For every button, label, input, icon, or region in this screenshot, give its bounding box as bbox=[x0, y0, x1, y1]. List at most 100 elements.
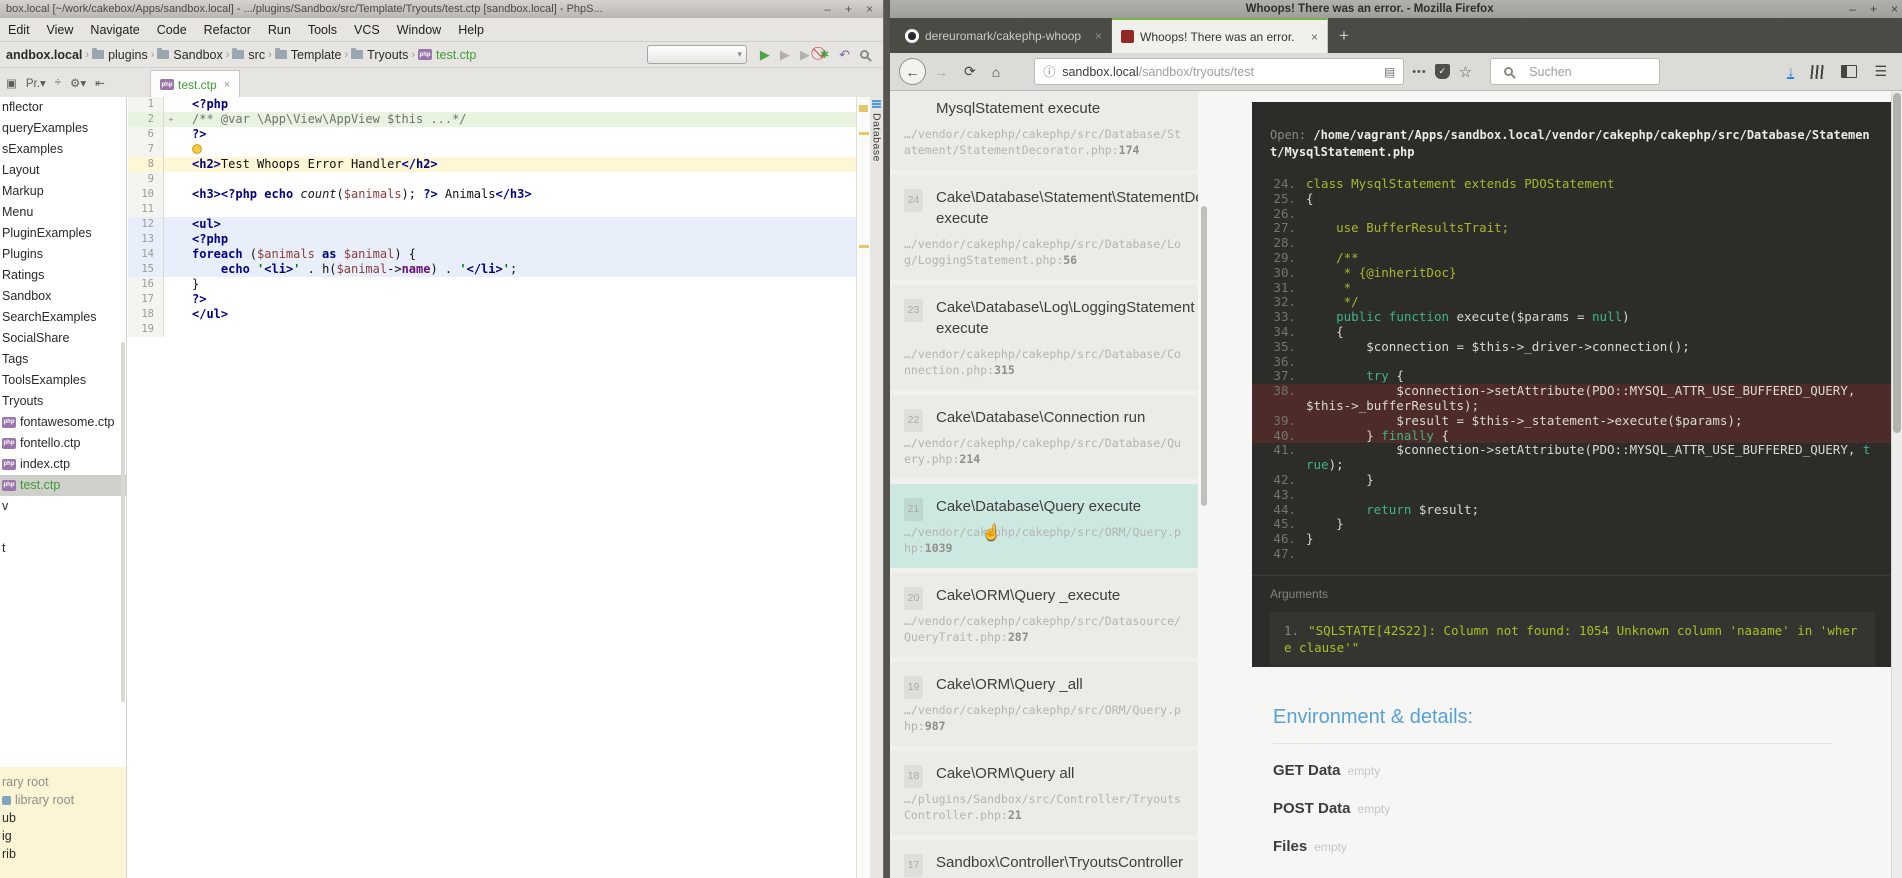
settings-gear-icon[interactable]: ⚙▾ bbox=[70, 76, 86, 90]
database-toolwindow-button[interactable]: Database bbox=[870, 100, 883, 162]
ide-minimize-button[interactable]: – bbox=[824, 2, 831, 16]
ide-close-button[interactable]: × bbox=[866, 2, 873, 16]
intention-bulb-icon[interactable] bbox=[192, 144, 202, 154]
page-actions-icon[interactable]: ••• bbox=[1412, 66, 1427, 78]
tree-item-rib[interactable]: rib bbox=[0, 845, 126, 863]
stack-frame-23[interactable]: 23Cake\Database\Log\LoggingStatement exe… bbox=[890, 285, 1198, 390]
stack-frame-19[interactable]: 19Cake\ORM\Query _all…/vendor/cakephp/ca… bbox=[890, 662, 1198, 746]
profile-button[interactable]: ▶ bbox=[800, 47, 810, 63]
new-tab-button[interactable]: + bbox=[1328, 18, 1360, 53]
url-bar[interactable]: ⓘ sandbox.local /sandbox/tryouts/test ▤ bbox=[1034, 58, 1404, 85]
menu-item-vcs[interactable]: VCS bbox=[354, 23, 380, 37]
menu-item-help[interactable]: Help bbox=[458, 23, 484, 37]
editor-line-13[interactable]: 13<?php bbox=[128, 232, 856, 247]
forward-button[interactable]: → bbox=[934, 64, 948, 80]
tree-item-t[interactable]: t bbox=[0, 538, 126, 559]
open-file-link[interactable]: Open: /home/vagrant/Apps/sandbox.local/v… bbox=[1252, 127, 1893, 161]
editor-line-14[interactable]: 14foreach ($animals as $animal) { bbox=[128, 247, 856, 262]
browser-minimize-button[interactable]: – bbox=[1849, 2, 1856, 16]
tree-item-Menu[interactable]: Menu bbox=[0, 202, 126, 223]
tree-item-queryExamples[interactable]: queryExamples bbox=[0, 118, 126, 139]
tree-item-fontello.ctp[interactable]: phpfontello.ctp bbox=[0, 433, 126, 454]
split-view-icon[interactable]: ÷ bbox=[55, 77, 61, 89]
coverage-button[interactable]: ✱ bbox=[820, 48, 829, 61]
undo-icon[interactable]: ↶ bbox=[839, 47, 850, 63]
search-icon[interactable] bbox=[860, 50, 869, 59]
stack-frame-18[interactable]: 18Cake\ORM\Query all…/plugins/Sandbox/sr… bbox=[890, 751, 1198, 835]
breadcrumb-item-plugins[interactable]: plugins bbox=[92, 48, 148, 62]
tree-item-Layout[interactable]: Layout bbox=[0, 160, 126, 181]
menu-icon[interactable]: ☰ bbox=[1874, 63, 1887, 80]
tree-scrollbar[interactable] bbox=[121, 342, 125, 702]
tree-item-blank[interactable] bbox=[0, 517, 126, 538]
tree-item-Ratings[interactable]: Ratings bbox=[0, 265, 126, 286]
tab-close-icon[interactable]: × bbox=[1311, 30, 1318, 44]
editor-line-18[interactable]: 18</ul> bbox=[128, 307, 856, 322]
browser-title-bar[interactable]: Whoops! There was an error. - Mozilla Fi… bbox=[890, 0, 1902, 18]
breadcrumb-item-src[interactable]: src bbox=[232, 48, 265, 62]
run-config-dropdown[interactable]: ▾ bbox=[647, 45, 747, 64]
breadcrumb-item-andbox.local[interactable]: andbox.local bbox=[6, 48, 82, 62]
stack-frame-17[interactable]: 17Sandbox\Controller\TryoutsController t… bbox=[890, 840, 1198, 878]
editor-line-6[interactable]: 6?> bbox=[128, 127, 856, 142]
bookmark-star-icon[interactable]: ☆ bbox=[1459, 63, 1472, 81]
site-info-icon[interactable]: ⓘ bbox=[1043, 63, 1055, 80]
ide-title-bar[interactable]: box.local [~/work/cakebox/Apps/sandbox.l… bbox=[0, 0, 883, 18]
page-scrollbar[interactable] bbox=[1891, 91, 1902, 878]
tree-item-test.ctp[interactable]: phptest.ctp bbox=[0, 475, 126, 496]
tree-item-Sandbox[interactable]: Sandbox bbox=[0, 286, 126, 307]
menu-item-view[interactable]: View bbox=[47, 23, 74, 37]
tree-item-Markup[interactable]: Markup bbox=[0, 181, 126, 202]
tree-item-sExamples[interactable]: sExamples bbox=[0, 139, 126, 160]
tree-item-SearchExamples[interactable]: SearchExamples bbox=[0, 307, 126, 328]
frames-scrollbar[interactable] bbox=[1201, 206, 1207, 506]
tab-close-icon[interactable]: × bbox=[1095, 29, 1102, 43]
tree-item-ig[interactable]: ig bbox=[0, 827, 126, 845]
editor-line-2[interactable]: 2+/** @var \App\View\AppView $this ...*/ bbox=[128, 112, 856, 127]
menu-item-code[interactable]: Code bbox=[157, 23, 187, 37]
breadcrumb-item-tryouts[interactable]: Tryouts bbox=[351, 48, 408, 62]
editor-line-10[interactable]: 10<h3><?php echo count($animals); ?> Ani… bbox=[128, 187, 856, 202]
source-code-view[interactable]: 24.class MysqlStatement extends PDOState… bbox=[1252, 177, 1893, 562]
tree-item-Tags[interactable]: Tags bbox=[0, 349, 126, 370]
tree-item-Tryouts[interactable]: Tryouts bbox=[0, 391, 126, 412]
warning-mark[interactable] bbox=[859, 245, 869, 248]
stack-frame-21[interactable]: 21Cake\Database\Query execute…/vendor/ca… bbox=[890, 484, 1198, 568]
back-button[interactable]: ← bbox=[899, 58, 926, 85]
project-panel-icon[interactable]: ▣ bbox=[6, 76, 17, 90]
project-tree[interactable]: nflectorqueryExamplessExamplesLayoutMark… bbox=[0, 97, 127, 878]
editor-marker-strip[interactable] bbox=[856, 97, 870, 878]
editor-line-9[interactable]: 9 bbox=[128, 172, 856, 187]
tree-item-nflector[interactable]: nflector bbox=[0, 97, 126, 118]
search-bar[interactable]: Suchen bbox=[1490, 58, 1660, 85]
editor-line-7[interactable]: 7 bbox=[128, 142, 856, 157]
editor-line-12[interactable]: 12<ul> bbox=[128, 217, 856, 232]
page-scrollbar-thumb[interactable] bbox=[1893, 93, 1901, 433]
tab-whoops[interactable]: Whoops! There was an error. × bbox=[1112, 18, 1328, 53]
fold-marker[interactable]: + bbox=[164, 112, 178, 127]
tree-item-v[interactable]: v bbox=[0, 496, 126, 517]
tree-item-index.ctp[interactable]: phpindex.ctp bbox=[0, 454, 126, 475]
menu-item-edit[interactable]: Edit bbox=[8, 23, 30, 37]
tree-item-SocialShare[interactable]: SocialShare bbox=[0, 328, 126, 349]
reload-button[interactable]: ⟳ bbox=[964, 63, 976, 80]
tree-item-ToolsExamples[interactable]: ToolsExamples bbox=[0, 370, 126, 391]
breadcrumb-item-sandbox[interactable]: Sandbox bbox=[157, 48, 222, 62]
breadcrumb-item-test.ctp[interactable]: phptest.ctp bbox=[418, 48, 476, 62]
tracking-shield-icon[interactable]: ✓ bbox=[1435, 64, 1450, 79]
editor-line-19[interactable]: 19 bbox=[128, 322, 856, 337]
tree-item-ub[interactable]: ub bbox=[0, 809, 126, 827]
menu-item-navigate[interactable]: Navigate bbox=[90, 23, 139, 37]
editor-tab-test-ctp[interactable]: php test.ctp × bbox=[150, 70, 240, 98]
tree-item-fontawesome.ctp[interactable]: phpfontawesome.ctp bbox=[0, 412, 126, 433]
stack-frame-24[interactable]: 24Cake\Database\Statement\StatementDecor… bbox=[890, 175, 1198, 280]
menu-item-tools[interactable]: Tools bbox=[308, 23, 337, 37]
editor-line-15[interactable]: 15 echo '<li>' . h($animal->name) . '</l… bbox=[128, 262, 856, 277]
library-icon[interactable] bbox=[1811, 65, 1825, 79]
browser-maximize-button[interactable]: + bbox=[1870, 2, 1877, 16]
editor-line-16[interactable]: 16} bbox=[128, 277, 856, 292]
tab-close-icon[interactable]: × bbox=[224, 79, 230, 91]
project-panel-title[interactable]: Pr.▾ bbox=[26, 76, 46, 90]
debug-button[interactable]: ▶ bbox=[780, 47, 790, 63]
menu-item-refactor[interactable]: Refactor bbox=[204, 23, 251, 37]
